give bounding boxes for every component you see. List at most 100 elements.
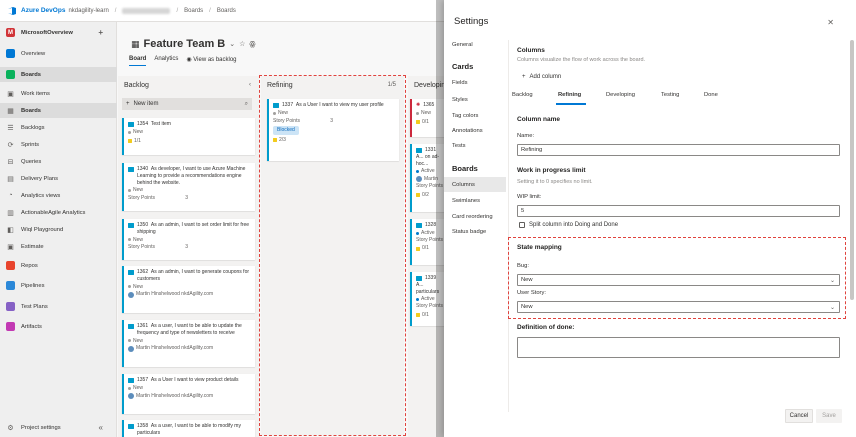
breadcrumb-boards-2[interactable]: Boards [217,8,236,14]
checkbox-box[interactable] [519,222,525,228]
tab-column-developing[interactable]: Developing [606,92,635,98]
settings-nav-boards-header: Boards [452,164,478,173]
card-1361[interactable]: 1361 As a user, I want to be able to upd… [122,320,255,367]
project-name: MicrosoftOverview [21,29,73,36]
nav-backlogs[interactable]: ☰ Backlogs [0,120,117,135]
close-icon[interactable]: ✕ [827,18,834,27]
add-icon[interactable]: + [98,28,103,37]
state-dot-icon [128,189,131,193]
chevron-down-icon: ⌄ [829,278,835,284]
task-icon [273,138,277,143]
definition-of-done-textarea[interactable] [517,337,840,358]
user-story-icon [128,377,134,383]
state-mapping-title: State mapping [517,244,562,251]
nav-actionableagile[interactable]: ▥ ActionableAgile Analytics [0,205,117,220]
user-story-icon [128,166,134,172]
settings-nav-styles[interactable]: Styles [444,92,506,107]
cancel-button[interactable]: Cancel [785,409,813,423]
definition-of-done-label: Definition of done: [517,324,575,331]
user-story-label: User Story: [517,290,546,296]
state-dot-icon [128,238,131,242]
overview-icon [6,49,15,58]
nav-pipelines[interactable]: Pipelines [0,278,117,293]
chevron-down-icon[interactable]: ⌄ [229,40,235,48]
split-column-checkbox[interactable]: Split column into Doing and Done [519,222,618,228]
card-1362[interactable]: 1362 As an admin, I want to generate cou… [122,266,255,313]
state-dot-icon [128,339,131,343]
nav-delivery-plans[interactable]: ▤ Delivery Plans [0,171,117,186]
user-story-icon [128,222,134,228]
tab-board[interactable]: Board [129,56,147,66]
nav-overview[interactable]: Overview [0,46,117,61]
new-item-button[interactable]: + New item ⌕ [122,98,252,110]
tab-column-backlog[interactable]: Backlog [512,92,533,98]
extension-icon: ▥ [7,209,14,217]
team-name[interactable]: Feature Team B [144,38,226,50]
card-1350[interactable]: 1350 As an admin, I want to set order li… [122,219,255,260]
tab-column-done[interactable]: Done [704,92,718,98]
nav-analytics-views[interactable]: ◔ Analytics views [0,188,117,203]
nav-work-items[interactable]: ▣ Work items [0,86,117,101]
card-1337[interactable]: 1337 As a User I want to view my user pr… [267,99,399,161]
settings-nav-columns[interactable]: Columns [444,177,506,192]
tab-column-testing[interactable]: Testing [661,92,679,98]
nav-board[interactable]: ▦ Boards [0,103,117,118]
org-name[interactable]: nkdagility-learn [68,8,108,14]
collapse-column-icon[interactable]: ‹ [249,82,251,88]
nav-queries[interactable]: ⊟ Queries [0,154,117,169]
search-icon[interactable]: ⌕ [245,101,248,108]
avatar [128,291,134,298]
save-button[interactable]: Save [816,409,842,423]
card-1357[interactable]: 1357 As a User I want to view product de… [122,374,255,414]
nav-wiql-playground[interactable]: ◧ Wiql Playground [0,222,117,237]
settings-nav-general[interactable]: General [444,37,506,52]
brand-name[interactable]: Azure DevOps [21,7,65,14]
scrollbar[interactable] [850,40,854,300]
team-members-icon[interactable]: ꙮ [249,40,255,48]
nav-artifacts[interactable]: Artifacts [0,319,117,334]
tab-analytics[interactable]: Analytics [154,56,178,66]
wip-limit-input[interactable]: 5 [517,205,840,217]
nav-repos[interactable]: Repos [0,258,117,273]
project-crumb-blurred[interactable] [122,7,171,14]
card-1354[interactable]: 1354 Test item New 1/1 [122,118,255,155]
state-dot-icon [128,285,131,289]
settings-nav-swimlanes[interactable]: Swimlanes [444,193,506,208]
view-as-backlog-link[interactable]: ◉ View as backlog [186,56,236,66]
tag-blocked[interactable]: Blocked [273,126,299,135]
project-switcher[interactable]: M MicrosoftOverview + [0,25,117,40]
chevron-down-icon: ⌄ [829,305,835,311]
bug-state-select[interactable]: New ⌄ [517,274,840,286]
settings-nav-status-badge[interactable]: Status badge [444,224,506,239]
wip-section-title: Work in progress limit [517,167,586,174]
board-icon: ▦ [131,38,140,49]
nav-test-plans[interactable]: Test Plans [0,299,117,314]
artifacts-icon [6,322,15,331]
star-icon[interactable]: ☆ [239,40,245,48]
nav-estimate[interactable]: ▣ Estimate [0,239,117,254]
nav-project-settings[interactable]: ⚙ Project settings « [0,420,117,435]
nav-sprints[interactable]: ⟳ Sprints [0,137,117,152]
user-story-state-select[interactable]: New ⌄ [517,301,840,313]
analytics-icon: ◔ [8,192,13,199]
card-1358[interactable]: 1358 As a user, I want to be able to mod… [122,420,255,437]
columns-section-description: Columns visualize the flow of work acros… [517,57,646,63]
column-name-title: Column name [517,116,560,123]
name-label: Name: [517,133,535,139]
column-name-input[interactable]: Refining [517,144,840,156]
settings-nav-fields[interactable]: Fields [444,75,506,90]
breadcrumb-boards[interactable]: Boards [184,8,203,14]
wip-label: WIP limit: [517,194,542,200]
card-1340[interactable]: 1340 As developer, I want to use Azure M… [122,163,255,211]
settings-panel: Settings ✕ General Cards Fields Styles T… [444,0,856,437]
add-column-button[interactable]: + Add column [522,74,561,80]
team-title: ▦ Feature Team B ⌄ ☆ ꙮ [131,38,256,50]
settings-nav-tests[interactable]: Tests [444,138,506,153]
settings-nav-annotations[interactable]: Annotations [444,123,506,138]
azure-devops-logo-icon[interactable] [6,5,17,16]
tab-column-refining[interactable]: Refining [558,92,581,98]
nav-boards[interactable]: Boards [0,67,117,82]
collapse-nav-icon[interactable]: « [99,423,103,432]
settings-nav-tag-colors[interactable]: Tag colors [444,108,506,123]
settings-nav-card-reordering[interactable]: Card reordering [444,209,506,224]
